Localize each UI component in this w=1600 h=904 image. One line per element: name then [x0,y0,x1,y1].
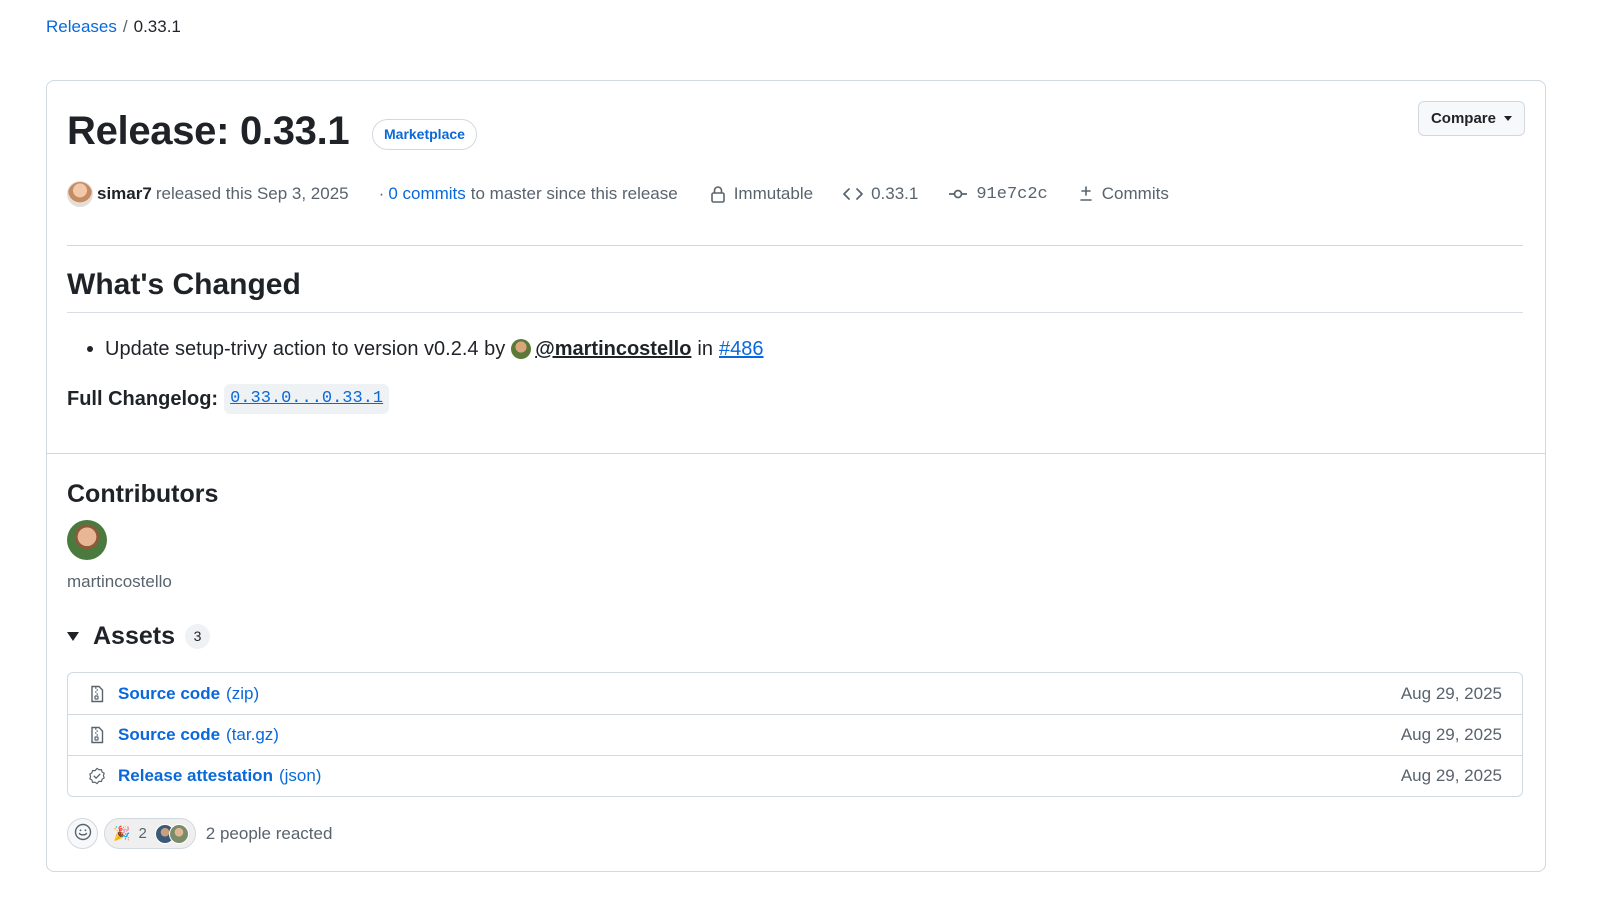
user-avatar[interactable] [511,339,532,359]
contributor-avatar[interactable] [67,520,107,560]
commits-diff-link[interactable]: Commits [1078,184,1169,204]
reactions-summary: 2 people reacted [205,823,333,843]
asset-link[interactable]: Source code [118,684,220,704]
meta-dot: · [378,184,385,203]
full-changelog: Full Changelog: 0.33.0...0.33.1 [67,384,390,414]
assets-toggle[interactable]: Assets 3 [67,620,210,652]
reaction-count: 2 [138,825,147,842]
release-footer: Contributors martincostello Assets 3 Sou… [47,453,1545,873]
bullet [87,346,93,352]
add-reaction-button[interactable] [67,818,98,849]
author-avatar[interactable] [67,181,93,207]
release-meta: simar7 released this Sep 3, 2025 · 0 com… [67,180,1169,208]
full-changelog-link[interactable]: 0.33.0...0.33.1 [224,384,390,414]
asset-date: Aug 29, 2025 [1400,766,1502,785]
asset-ext: (json) [278,766,322,785]
hooray-reaction-button[interactable]: 🎉 2 [104,818,196,849]
breadcrumb-separator: / [122,17,128,36]
heading-divider [67,312,1523,313]
marketplace-badge[interactable]: Marketplace [372,119,477,150]
assets-heading: Assets [93,622,175,650]
user-mention-link[interactable]: @martincostello [535,335,691,363]
released-text: released this Sep 3, 2025 [155,184,349,203]
breadcrumb-releases-link[interactable]: Releases [46,17,117,36]
change-text: Update setup-trivy action to version v0.… [105,338,506,360]
reactions-bar: 🎉 2 2 people reacted [67,818,332,849]
list-item[interactable]: Release attestation (json) Aug 29, 2025 [68,755,1522,796]
breadcrumb-current: 0.33.1 [133,17,181,36]
triangle-down-icon [67,631,79,641]
list-item[interactable]: Source code (tar.gz) Aug 29, 2025 [68,714,1522,755]
compare-button[interactable]: Compare [1417,101,1525,136]
smiley-icon [74,823,92,844]
release-title: Release: 0.33.1 [67,109,350,153]
immutable-label: Immutable [733,184,814,203]
author-link[interactable]: simar7 [97,184,152,204]
commits-label: Commits [1101,184,1169,203]
git-commit-icon [948,186,968,202]
commit-sha: 91e7c2c [976,184,1048,204]
immutable-indicator: Immutable [710,184,813,204]
list-item[interactable]: Source code (zip) Aug 29, 2025 [68,673,1522,714]
contributor-name: martincostello [67,572,172,591]
commit-sha-link[interactable]: 91e7c2c [948,184,1048,204]
file-zip-icon [88,726,106,744]
verified-icon [88,767,106,785]
assets-count-badge: 3 [185,623,210,649]
meta-divider [67,245,1523,246]
compare-button-label: Compare [1430,110,1496,127]
full-changelog-label: Full Changelog: [67,388,219,410]
asset-date: Aug 29, 2025 [1400,725,1502,744]
diff-icon [1078,185,1094,203]
asset-ext: (tar.gz) [226,725,279,744]
tag-label: 0.33.1 [871,184,919,203]
file-zip-icon [88,685,106,703]
pull-request-link[interactable]: #486 [719,335,764,363]
avatar [168,823,189,844]
breadcrumb: Releases / 0.33.1 [46,16,181,38]
asset-link[interactable]: Source code [118,725,220,745]
contributors-heading: Contributors [67,480,219,508]
asset-link[interactable]: Release attestation [118,766,273,786]
tag-link[interactable]: 0.33.1 [843,184,918,204]
commits-since-link[interactable]: 0 commits [388,184,465,204]
release-body: Release: 0.33.1 Marketplace Compare sima… [47,81,1545,453]
code-icon [843,186,863,202]
asset-ext: (zip) [226,683,260,703]
reactor-avatars [154,823,189,844]
tada-icon: 🎉 [113,825,131,841]
lock-icon [710,185,726,203]
list-item: Update setup-trivy action to version v0.… [87,335,764,363]
whats-changed-heading: What's Changed [67,268,301,301]
assets-list: Source code (zip) Aug 29, 2025 Source co… [67,672,1523,797]
release-card: Release: 0.33.1 Marketplace Compare sima… [46,80,1546,872]
caret-down-icon [1504,116,1512,121]
in-text: in [697,338,713,360]
commits-since-text: to master since this release [470,184,678,203]
asset-date: Aug 29, 2025 [1400,683,1502,703]
